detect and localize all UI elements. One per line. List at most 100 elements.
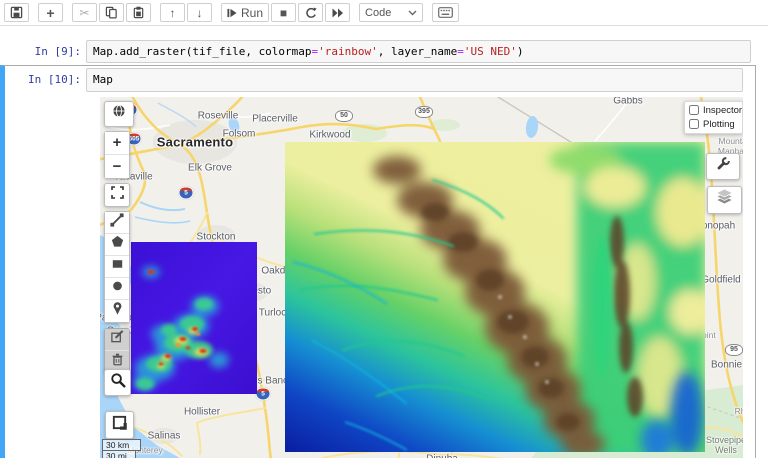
- inspector-checkbox[interactable]: [689, 105, 699, 115]
- map-label-hollister: Hollister: [184, 406, 220, 417]
- code-token: =: [457, 45, 464, 58]
- large-raster-overlay: [285, 142, 705, 452]
- step-forward-icon: [227, 8, 237, 18]
- fullscreen-icon: [111, 186, 124, 204]
- small-raster-overlay: [131, 242, 257, 394]
- scale-km: 30 km: [102, 439, 141, 451]
- paste-cells-button[interactable]: [126, 3, 151, 22]
- arrow-up-icon: ↑: [170, 7, 176, 19]
- polygon-icon: [110, 234, 125, 254]
- map-label-bonnie-claire: Bonnie Claire: [711, 359, 743, 370]
- basemap-globe-button[interactable]: [104, 101, 134, 127]
- plotting-label: Plotting: [703, 119, 735, 130]
- fullscreen-button[interactable]: [104, 183, 130, 207]
- arrow-down-icon: ↓: [197, 7, 203, 19]
- code-token: , layer_name: [378, 45, 457, 58]
- map-output[interactable]: SacramentoRosevillePlacervilleFolsomElk …: [100, 97, 743, 458]
- keyboard-icon: [438, 7, 453, 18]
- map-label-gabbs: Gabbs: [613, 97, 642, 107]
- road-shield-395: 395: [415, 106, 433, 118]
- plus-icon: +: [46, 6, 54, 20]
- toolbar-divider: [0, 26, 768, 32]
- map-label-elk-grove: Elk Grove: [188, 162, 232, 173]
- notebook-toolbar: + ✂ ↑ ↓ Run ■: [0, 0, 768, 26]
- cut-icon: ✂: [79, 7, 89, 19]
- layers-button[interactable]: [707, 186, 742, 214]
- globe-icon: [112, 104, 126, 123]
- draw-rectangle-button[interactable]: [105, 256, 129, 278]
- run-button[interactable]: Run: [221, 3, 269, 22]
- rectangle-icon: [110, 256, 125, 276]
- code-token: Map.add_raster(tif_file, colormap: [93, 45, 312, 58]
- paste-icon: [132, 6, 145, 19]
- map-label-kirkwood: Kirkwood: [309, 129, 350, 140]
- draw-polyline-button[interactable]: [105, 212, 129, 234]
- plotting-checkbox[interactable]: [689, 119, 699, 129]
- save-icon: [10, 6, 23, 19]
- move-cell-down-button[interactable]: ↓: [187, 3, 212, 22]
- cell-type-select[interactable]: Code: [359, 3, 423, 22]
- draw-circle-button[interactable]: [105, 278, 129, 300]
- inspector-panel: Inspector Plotting: [684, 101, 743, 134]
- draw-polygon-button[interactable]: [105, 234, 129, 256]
- toolbar-wrench-button[interactable]: [706, 153, 740, 180]
- partition-button[interactable]: [105, 411, 134, 439]
- stop-icon: ■: [280, 7, 287, 19]
- insert-cell-button[interactable]: +: [38, 3, 63, 22]
- scale-control: 30 km 30 mi: [102, 439, 141, 458]
- restart-run-all-button[interactable]: [325, 3, 350, 22]
- wrench-icon: [716, 156, 731, 176]
- move-cell-up-button[interactable]: ↑: [160, 3, 185, 22]
- map-label-rhyolite: Rhyolite: [735, 406, 743, 416]
- cell-prompt: In [9]:: [0, 40, 86, 58]
- map-label-mountain: Mountain: [719, 136, 743, 146]
- interrupt-kernel-button[interactable]: ■: [271, 3, 296, 22]
- chevron-down-icon: [408, 7, 417, 19]
- fast-forward-icon: [332, 8, 344, 18]
- code-input[interactable]: Map.add_raster(tif_file, colormap = 'rainb…: [86, 40, 751, 63]
- road-shield-50: 50: [335, 110, 353, 122]
- code-token: Map: [93, 73, 113, 86]
- minus-icon: −: [113, 159, 122, 174]
- cell-prompt: In [10]:: [5, 68, 86, 86]
- code-token: 'rainbow': [318, 45, 378, 58]
- edit-icon: [110, 329, 125, 349]
- code-token: 'US NED': [464, 45, 517, 58]
- square-icon: [111, 414, 128, 436]
- search-icon: [110, 372, 126, 393]
- code-cell-9: In [9]: Map.add_raster(tif_file, colorma…: [0, 40, 751, 63]
- run-label: Run: [241, 7, 263, 19]
- code-cell-10-selected[interactable]: In [10]: Map: [0, 65, 756, 458]
- edit-toolbar: [104, 328, 130, 374]
- inspector-row: Inspector: [689, 105, 738, 116]
- cut-cells-button[interactable]: ✂: [72, 3, 97, 22]
- map-label-goldfield: Goldfield: [701, 274, 740, 285]
- command-palette-button[interactable]: [432, 3, 459, 22]
- road-shield-5: 5: [256, 387, 271, 400]
- map-label-salinas: Salinas: [148, 430, 181, 441]
- draw-marker-button[interactable]: [105, 300, 129, 322]
- restart-kernel-button[interactable]: [298, 3, 323, 22]
- road-shield-95: 95: [725, 344, 743, 356]
- map-label-dinuba: Dinuba: [426, 453, 458, 458]
- map-label-roseville: Roseville: [198, 110, 239, 121]
- polyline-icon: [109, 212, 125, 233]
- cell-type-value: Code: [365, 7, 391, 19]
- plotting-row: Plotting: [689, 119, 738, 130]
- map-label-placerville: Placerville: [252, 113, 298, 124]
- zoom-in-button[interactable]: +: [105, 132, 129, 155]
- circle-icon: [110, 278, 125, 298]
- search-button[interactable]: [104, 369, 131, 396]
- copy-cells-button[interactable]: [99, 3, 124, 22]
- code-token: ): [517, 45, 524, 58]
- copy-icon: [105, 6, 118, 19]
- map-label-stockton: Stockton: [197, 231, 236, 242]
- code-input[interactable]: Map: [86, 68, 743, 91]
- zoom-out-button[interactable]: −: [105, 155, 129, 178]
- restart-icon: [305, 7, 317, 19]
- scale-mi: 30 mi: [102, 451, 136, 458]
- edit-layers-button[interactable]: [105, 329, 129, 351]
- marker-icon: [110, 300, 125, 321]
- save-button[interactable]: [4, 3, 29, 22]
- road-shield-5: 5: [179, 186, 194, 199]
